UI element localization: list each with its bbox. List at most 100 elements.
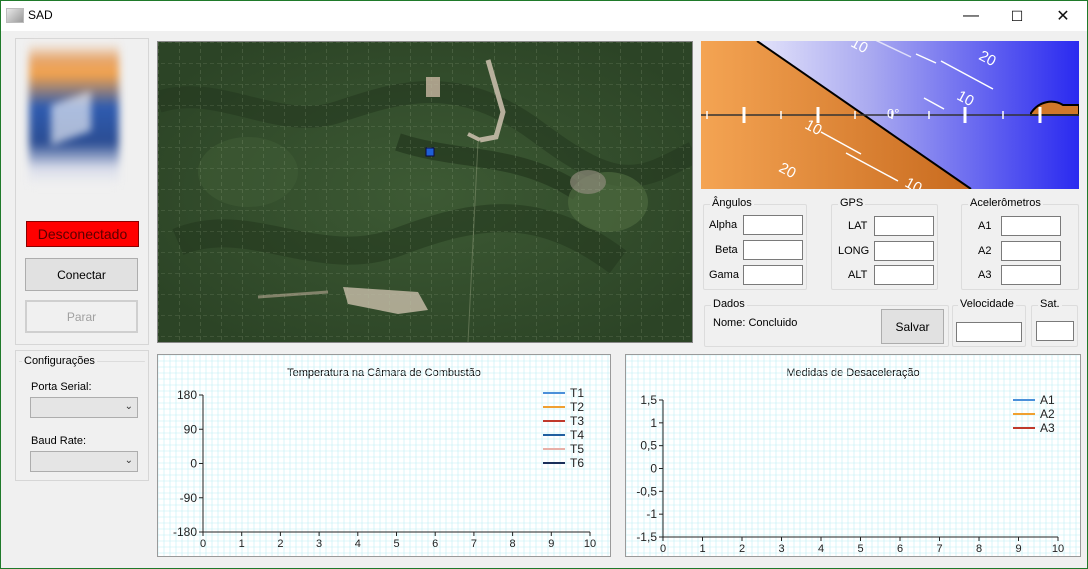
grid (158, 355, 610, 556)
artificial-horizon: 10 20 10 0° 10 20 10 (701, 41, 1079, 189)
alpha-label: Alpha (709, 219, 738, 231)
horizon-canvas: 10 20 10 0° 10 20 10 (701, 41, 1079, 189)
a3-field[interactable] (1001, 265, 1061, 285)
gama-field[interactable] (743, 265, 803, 285)
legend-label: A3 (1040, 421, 1055, 435)
x-tick-label: 4 (355, 538, 361, 550)
gps-title: GPS (838, 197, 866, 209)
velocity-title: Velocidade (958, 298, 1016, 310)
position-marker (425, 147, 435, 157)
chevron-down-icon: ⌄ (124, 455, 133, 466)
legend-label: T1 (570, 386, 584, 400)
x-tick-label: 3 (778, 543, 784, 555)
x-tick-label: 9 (548, 538, 554, 550)
x-tick-label: 10 (1052, 543, 1064, 555)
satellite-map[interactable] (157, 41, 693, 343)
lat-field[interactable] (874, 216, 934, 236)
pitch-label: 0° (887, 106, 899, 121)
alt-field[interactable] (874, 265, 934, 285)
x-tick-label: 7 (471, 538, 477, 550)
x-tick-label: 3 (316, 538, 322, 550)
y-tick-label: -180 (173, 525, 197, 539)
x-tick-label: 6 (897, 543, 903, 555)
accelerometers-title: Acelerômetros (968, 197, 1043, 209)
dados-name-text: Nome: Concluido (713, 317, 798, 329)
beta-label: Beta (715, 244, 738, 256)
sat-field[interactable] (1036, 321, 1074, 341)
x-tick-label: 10 (584, 538, 596, 550)
legend-label: T3 (570, 414, 584, 428)
temperature-chart: Temperatura na Câmara de Combustão 01234… (157, 354, 611, 557)
minimize-button[interactable]: — (948, 1, 994, 31)
app-window: SAD — ☐ ✕ Desconectado Conectar Parar Co… (0, 0, 1088, 569)
y-tick-label: 180 (177, 388, 197, 402)
baud-rate-label: Baud Rate: (31, 435, 87, 447)
deceleration-chart-plot: 0 1 2 3 4 5 6 7 8 9 10 1,5 1 0,5 0 -0,5 -1 -1,5 A1A2A3 (626, 355, 1080, 556)
alt-label: ALT (848, 269, 868, 281)
title-bar: SAD — ☐ ✕ (1, 1, 1087, 31)
logo-image (29, 43, 119, 185)
y-tick-label: -1,5 (636, 530, 657, 544)
x-tick-label: 7 (936, 543, 942, 555)
alpha-field[interactable] (743, 215, 803, 235)
x-tick-label: 5 (857, 543, 863, 555)
y-tick-label: -1 (646, 507, 657, 521)
dados-title: Dados (711, 298, 747, 310)
serial-port-select[interactable]: ⌄ (30, 397, 138, 418)
temperature-chart-plot: 0 1 2 3 4 5 6 7 8 9 10 180 90 0 -90 -180 T1T2T3T4T5T6 (158, 355, 610, 556)
stop-button[interactable]: Parar (25, 300, 138, 333)
connect-button[interactable]: Conectar (25, 258, 138, 291)
angles-title: Ângulos (710, 197, 754, 209)
legend-label: A2 (1040, 407, 1055, 421)
a1-label: A1 (978, 220, 992, 232)
x-tick-label: 2 (739, 543, 745, 555)
y-tick-label: 0 (650, 462, 657, 476)
x-tick-label: 8 (976, 543, 982, 555)
x-tick-label: 1 (699, 543, 705, 555)
save-button[interactable]: Salvar (881, 309, 944, 344)
close-button[interactable]: ✕ (1040, 1, 1086, 31)
y-tick-label: 1,5 (640, 393, 657, 407)
x-tick-label: 1 (239, 538, 245, 550)
a1-field[interactable] (1001, 216, 1061, 236)
y-tick-label: -90 (180, 491, 198, 505)
legend-label: T5 (570, 442, 584, 456)
legend-label: T4 (570, 428, 584, 442)
y-tick-label: -0,5 (636, 484, 657, 498)
a3-label: A3 (978, 269, 992, 281)
x-tick-label: 0 (200, 538, 206, 550)
lat-label: LAT (848, 220, 868, 232)
x-tick-label: 9 (1015, 543, 1021, 555)
serial-port-label: Porta Serial: (31, 381, 92, 393)
grid (626, 355, 1080, 556)
x-tick-label: 4 (818, 543, 824, 555)
beta-field[interactable] (743, 240, 803, 260)
long-field[interactable] (874, 241, 934, 261)
chevron-down-icon: ⌄ (124, 401, 133, 412)
legend-label: A1 (1040, 393, 1055, 407)
a2-label: A2 (978, 245, 992, 257)
long-label: LONG (838, 245, 870, 257)
x-tick-label: 8 (510, 538, 516, 550)
y-tick-label: 90 (184, 422, 198, 436)
x-tick-label: 0 (660, 543, 666, 555)
x-tick-label: 5 (393, 538, 399, 550)
baud-rate-select[interactable]: ⌄ (30, 451, 138, 472)
legend-label: T6 (570, 456, 584, 470)
gama-label: Gama (709, 269, 739, 281)
app-icon (6, 8, 24, 23)
sat-title: Sat. (1038, 298, 1062, 310)
a2-field[interactable] (1001, 241, 1061, 261)
deceleration-chart: Medidas de Desaceleração 0 1 2 3 4 5 6 7 8 9 10 1,5… (625, 354, 1081, 557)
maximize-button[interactable]: ☐ (994, 1, 1040, 31)
legend-label: T2 (570, 400, 584, 414)
config-title: Configurações (22, 355, 97, 367)
x-tick-label: 2 (277, 538, 283, 550)
window-title: SAD (28, 8, 53, 22)
map-canvas (158, 42, 692, 342)
y-tick-label: 0,5 (640, 439, 657, 453)
y-tick-label: 0 (190, 457, 197, 471)
velocity-field[interactable] (956, 322, 1022, 342)
y-tick-label: 1 (650, 416, 657, 430)
config-group: Configurações (19, 355, 145, 367)
